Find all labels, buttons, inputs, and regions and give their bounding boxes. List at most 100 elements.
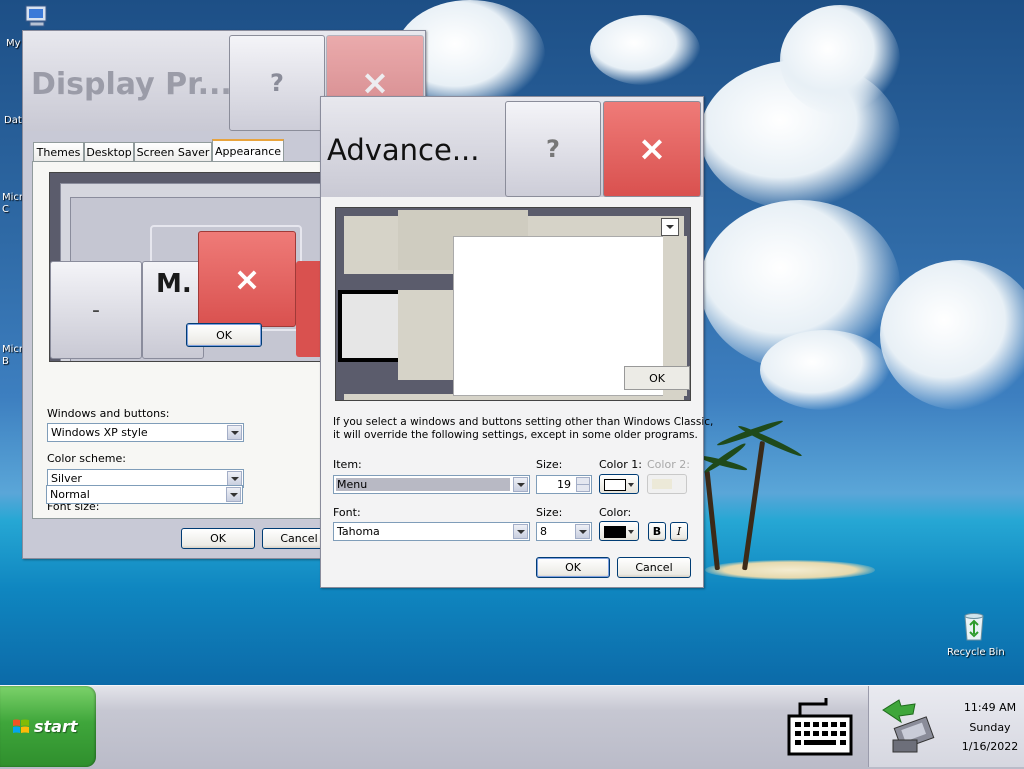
palm-leaf — [737, 423, 803, 459]
network-icon[interactable] — [879, 692, 945, 758]
window-title: Advance... — [327, 133, 480, 167]
preview-close-button: × — [198, 231, 296, 327]
ok-button[interactable]: OK — [536, 557, 610, 578]
tab-label: Desktop — [86, 145, 132, 159]
bold-button[interactable]: B — [648, 522, 666, 541]
select-value: Tahoma — [337, 525, 380, 538]
italic-icon: I — [676, 525, 682, 538]
cancel-button[interactable]: Cancel — [617, 557, 691, 578]
close-button[interactable]: × — [603, 101, 701, 197]
palm-tree — [742, 440, 766, 571]
help-button[interactable]: ? — [229, 35, 325, 131]
font-color-picker[interactable] — [599, 521, 639, 541]
tab-themes[interactable]: Themes — [33, 142, 84, 161]
font-color-label: Color: — [599, 506, 632, 519]
my-computer-icon[interactable] — [22, 4, 52, 30]
spinner-down-icon[interactable] — [576, 484, 590, 492]
recycle-bin-label[interactable]: Recycle Bin — [947, 647, 1005, 658]
close-icon: × — [637, 129, 667, 169]
color-swatch — [652, 479, 672, 489]
system-tray: 11:49 AM Sunday 1/16/2022 — [868, 686, 1024, 767]
italic-button[interactable]: I — [670, 522, 688, 541]
palm-tree — [704, 470, 720, 571]
cloud — [880, 260, 1024, 410]
select-value: Normal — [50, 488, 90, 501]
chevron-down-icon[interactable] — [513, 477, 528, 492]
font-select[interactable]: Tahoma — [333, 522, 530, 541]
windows-buttons-label: Windows and buttons: — [47, 407, 170, 420]
chevron-down-icon[interactable] — [227, 425, 242, 440]
minimize-icon: ‑ — [92, 297, 100, 323]
select-value: 8 — [540, 525, 547, 538]
item-select[interactable]: Menu — [333, 475, 530, 494]
item-size-label: Size: — [536, 458, 563, 471]
tab-label: Screen Saver — [136, 145, 210, 159]
button-label: OK — [649, 371, 665, 385]
help-icon: ? — [546, 135, 560, 163]
button-label: Cancel — [280, 532, 318, 545]
preview-minimize-button: ‑ — [50, 261, 142, 359]
window-title: Display Pr... — [31, 67, 232, 102]
close-icon: × — [233, 260, 261, 298]
tab-screen-saver[interactable]: Screen Saver — [134, 142, 212, 161]
advanced-preview: OK — [335, 207, 691, 401]
info-text-line-2: it will override the following settings,… — [333, 429, 698, 441]
tab-label: Appearance — [214, 144, 282, 158]
cloud — [780, 5, 900, 115]
preview-ok-button: OK — [186, 323, 262, 347]
tab-label: Themes — [36, 145, 81, 159]
preview-frame — [398, 290, 454, 380]
button-label: Cancel — [635, 561, 673, 574]
button-label: OK — [216, 328, 232, 342]
clock-date[interactable]: 1/16/2022 — [955, 740, 1024, 753]
font-size-select[interactable]: 8 — [536, 522, 592, 541]
item-size-spinner[interactable]: 19 — [536, 475, 592, 494]
tab-appearance[interactable]: Appearance — [212, 139, 284, 161]
chevron-down-icon — [628, 483, 634, 487]
start-label: start — [34, 717, 78, 736]
chevron-down-icon — [628, 530, 634, 534]
button-label: OK — [565, 561, 581, 574]
chevron-down-icon[interactable] — [575, 524, 590, 539]
windows-logo-icon — [12, 718, 30, 736]
color2-label: Color 2: — [647, 458, 690, 471]
select-value: Windows XP style — [51, 426, 148, 439]
info-text-line-1: If you select a windows and buttons sett… — [333, 416, 714, 428]
spinner-value: 19 — [557, 478, 571, 491]
clock-day[interactable]: Sunday — [955, 721, 1024, 734]
font-size-label: Size: — [536, 506, 563, 519]
keyboard-icon[interactable] — [786, 696, 854, 758]
help-button[interactable]: ? — [505, 101, 601, 197]
color2-picker — [647, 474, 687, 494]
chevron-down-icon[interactable] — [227, 471, 242, 486]
bold-icon: B — [652, 525, 662, 538]
select-value: Menu — [337, 478, 368, 491]
help-icon: ? — [270, 69, 284, 97]
cloud — [760, 330, 890, 410]
recycle-bin-icon[interactable] — [958, 610, 990, 642]
tab-desktop[interactable]: Desktop — [84, 142, 134, 161]
chevron-down-icon — [661, 218, 679, 236]
color-swatch — [604, 479, 626, 491]
select-value: Silver — [51, 472, 82, 485]
color1-label: Color 1: — [599, 458, 642, 471]
font-label: Font: — [333, 506, 361, 519]
ok-button[interactable]: OK — [181, 528, 255, 549]
preview-title: M. — [156, 269, 192, 299]
taskbar: start 11:49 AM Sunday 1/16/2022 — [0, 685, 1024, 769]
clock-time[interactable]: 11:49 AM — [955, 701, 1024, 714]
color-scheme-label: Color scheme: — [47, 452, 126, 465]
island — [705, 560, 875, 580]
color-swatch — [604, 526, 626, 538]
preview-ok-button: OK — [624, 366, 690, 390]
desktop-icon-label[interactable]: My — [6, 38, 21, 49]
windows-buttons-select[interactable]: Windows XP style — [47, 423, 244, 442]
chevron-down-icon[interactable] — [226, 487, 241, 502]
button-label: OK — [210, 532, 226, 545]
chevron-down-icon[interactable] — [513, 524, 528, 539]
cloud — [590, 15, 700, 85]
title-bar[interactable]: Advance... ? × — [321, 97, 703, 197]
color1-picker[interactable] — [599, 474, 639, 494]
font-size-select[interactable]: Normal — [46, 485, 243, 504]
start-button[interactable]: start — [0, 686, 96, 767]
